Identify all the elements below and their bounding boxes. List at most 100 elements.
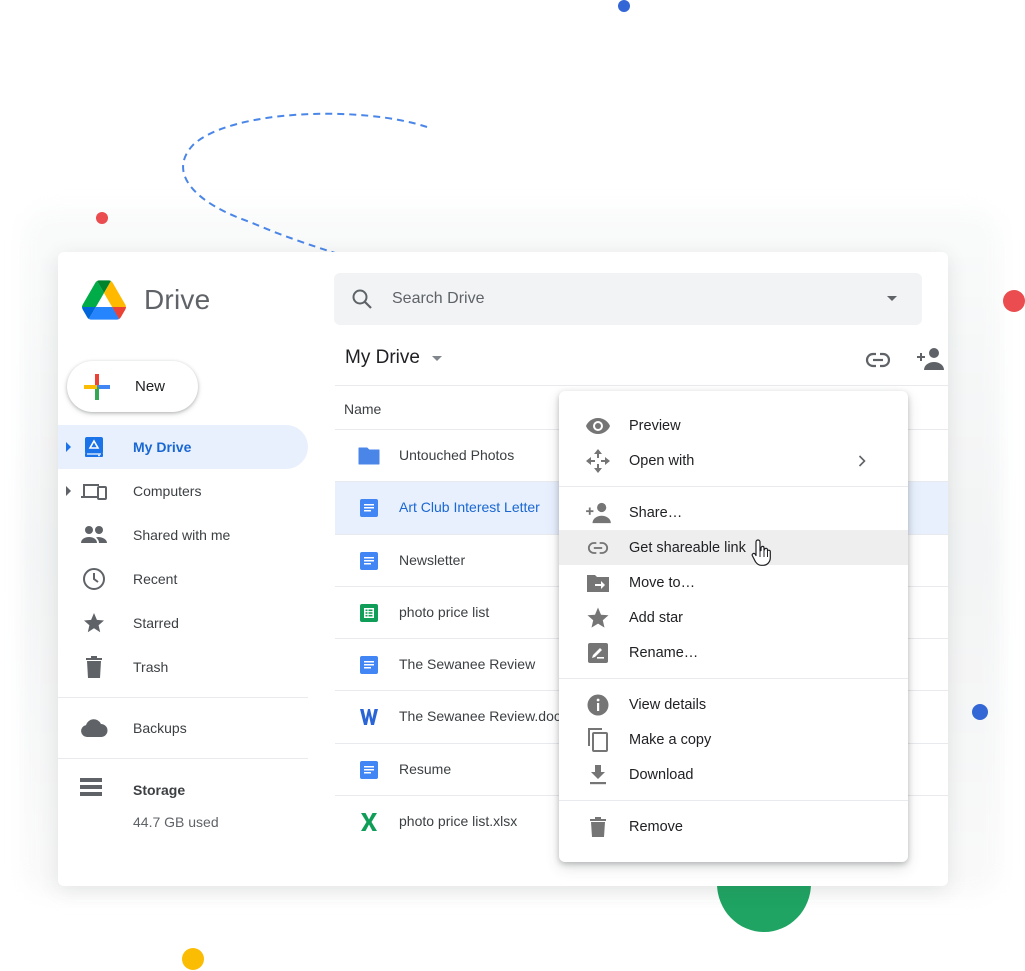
storage-used: 44.7 GB used xyxy=(133,814,219,830)
search-icon[interactable] xyxy=(350,287,374,311)
file-name: Newsletter xyxy=(399,551,466,568)
sidebar-item-label: Backups xyxy=(133,720,187,736)
file-name: Resume xyxy=(399,760,452,777)
sidebar-divider xyxy=(58,758,308,759)
decorative-dot xyxy=(182,948,204,970)
storage-icon xyxy=(80,778,102,801)
clock-icon xyxy=(80,565,108,593)
word-doc-icon xyxy=(357,705,381,729)
sidebar-item-starred[interactable]: Starred xyxy=(58,601,308,645)
decorative-dot xyxy=(618,0,630,12)
menu-item-label: Rename… xyxy=(629,644,699,661)
star-icon xyxy=(80,609,108,637)
storage-label: Storage xyxy=(133,782,186,798)
sidebar-item-label: Starred xyxy=(133,615,179,631)
copy-icon xyxy=(585,727,611,753)
menu-divider xyxy=(559,800,908,801)
sidebar-item-recent[interactable]: Recent xyxy=(58,557,308,601)
menu-item-label: Remove xyxy=(629,818,683,835)
cloud-icon xyxy=(80,714,108,742)
menu-item-label: Share… xyxy=(629,504,683,521)
plus-icon xyxy=(84,373,110,400)
open-with-icon xyxy=(585,448,611,474)
menu-item-share[interactable]: Share… xyxy=(559,495,908,530)
menu-item-label: Get shareable link xyxy=(629,539,746,556)
decorative-dot xyxy=(96,212,108,224)
new-button[interactable]: New xyxy=(67,361,198,412)
download-icon xyxy=(585,762,611,788)
expand-caret-icon[interactable] xyxy=(66,486,71,496)
file-name: The Sewanee Review.docx xyxy=(399,708,568,725)
trash-icon xyxy=(585,814,611,840)
sidebar-item-backups[interactable]: Backups xyxy=(58,698,308,758)
sidebar-item-label: Shared with me xyxy=(133,527,231,543)
link-icon xyxy=(585,535,611,561)
sidebar-item-label: Recent xyxy=(133,571,178,587)
menu-item-add-star[interactable]: Add star xyxy=(559,600,908,635)
add-person-icon xyxy=(585,500,611,526)
google-doc-icon xyxy=(357,496,381,520)
google-doc-icon xyxy=(357,758,381,782)
menu-item-view-details[interactable]: View details xyxy=(559,687,908,722)
context-menu: Preview Open with Share… Get shareable l… xyxy=(559,391,908,862)
search-input[interactable]: Search Drive xyxy=(392,290,484,308)
chevron-down-icon xyxy=(431,355,442,361)
google-doc-icon xyxy=(357,653,381,677)
menu-item-label: Preview xyxy=(629,417,681,434)
app-name: Drive xyxy=(144,284,211,315)
folder-icon xyxy=(357,444,381,468)
breadcrumb[interactable]: My Drive xyxy=(345,347,442,369)
menu-item-label: Make a copy xyxy=(629,731,712,748)
menu-item-make-a-copy[interactable]: Make a copy xyxy=(559,722,908,757)
search-bar[interactable]: Search Drive xyxy=(334,273,922,325)
google-doc-icon xyxy=(357,549,381,573)
decorative-dot xyxy=(972,704,988,720)
search-options-dropdown-icon[interactable] xyxy=(887,296,897,301)
add-person-icon[interactable] xyxy=(916,346,944,372)
file-name: The Sewanee Review xyxy=(399,656,536,673)
file-name: Untouched Photos xyxy=(399,447,515,463)
trash-icon xyxy=(80,653,108,681)
eye-icon xyxy=(585,413,611,439)
drive-logo-icon xyxy=(82,280,126,320)
sidebar-nav: My Drive Computers Shared with me Recent xyxy=(58,425,308,759)
sidebar-item-computers[interactable]: Computers xyxy=(58,469,308,513)
menu-item-download[interactable]: Download xyxy=(559,757,908,792)
excel-icon xyxy=(357,810,381,834)
column-header-name[interactable]: Name xyxy=(344,401,381,417)
link-icon[interactable] xyxy=(864,348,892,372)
sidebar-item-my-drive[interactable]: My Drive xyxy=(58,425,308,469)
sidebar-item-shared-with-me[interactable]: Shared with me xyxy=(58,513,308,557)
my-drive-icon xyxy=(80,433,108,461)
move-to-folder-icon xyxy=(585,570,611,596)
menu-item-label: Download xyxy=(629,766,694,783)
star-icon xyxy=(585,605,611,631)
sidebar-item-label: Computers xyxy=(133,483,202,499)
sidebar-item-label: My Drive xyxy=(133,439,192,455)
file-name: Art Club Interest Letter xyxy=(399,499,540,516)
menu-item-open-with[interactable]: Open with xyxy=(559,443,908,478)
menu-item-preview[interactable]: Preview xyxy=(559,408,908,443)
info-icon xyxy=(585,692,611,718)
new-button-label: New xyxy=(135,378,166,395)
menu-item-label: Move to… xyxy=(629,574,696,591)
menu-item-label: Add star xyxy=(629,609,683,626)
menu-item-remove[interactable]: Remove xyxy=(559,809,908,844)
drive-logo[interactable]: Drive xyxy=(82,280,210,320)
shared-icon xyxy=(80,521,108,549)
google-sheet-icon xyxy=(357,601,381,625)
menu-item-label: View details xyxy=(629,696,707,713)
sidebar-item-label: Trash xyxy=(133,659,169,675)
menu-item-label: Open with xyxy=(629,452,695,469)
menu-item-move-to[interactable]: Move to… xyxy=(559,565,908,600)
menu-item-rename[interactable]: Rename… xyxy=(559,635,908,670)
file-name: photo price list xyxy=(399,603,490,620)
expand-caret-icon[interactable] xyxy=(66,442,71,452)
sidebar-item-trash[interactable]: Trash xyxy=(58,645,308,689)
chevron-right-icon xyxy=(858,454,866,467)
menu-divider xyxy=(559,486,908,487)
page-title: My Drive xyxy=(345,347,420,368)
menu-item-get-shareable-link[interactable]: Get shareable link xyxy=(559,530,908,565)
rename-icon xyxy=(585,640,611,666)
decorative-dot xyxy=(1003,290,1025,312)
